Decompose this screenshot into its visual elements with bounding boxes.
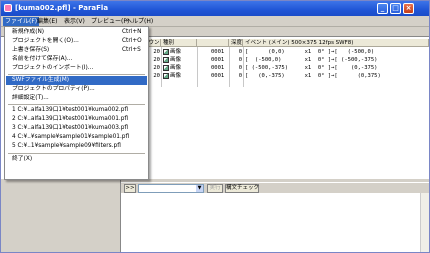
menu-item-recent-5[interactable]: 5 C:¥..1¥sample¥sample09¥filters.pfl (6, 142, 147, 151)
menu-edit[interactable]: 編集(E) (35, 17, 59, 26)
menu-separator (8, 104, 145, 105)
col-header-type[interactable]: 種別 (161, 39, 197, 47)
table-row[interactable]: 20 画像 0001 0 [ (0,-375) x1 0° ]→[ (0,375… (141, 72, 429, 80)
cell-type: 画像 (170, 49, 182, 55)
image-icon (163, 56, 169, 63)
cell-event: [ (-500,0) x1 0° ]→[ (-500,-375) (245, 57, 378, 63)
close-icon[interactable]: × (403, 3, 414, 14)
minimize-icon[interactable]: _ (377, 3, 388, 14)
menu-item-settings[interactable]: 詳細設定(T)... (6, 94, 147, 103)
menu-item-recent-3[interactable]: 3 C:¥..alfa139口1¥test001¥kuma003.pfl (6, 124, 147, 133)
cell-type: 画像 (170, 57, 182, 63)
menu-item-generate-swf[interactable]: SWFファイル生成(M) (6, 76, 147, 85)
cell-id: 0001 (211, 73, 225, 79)
menu-item-new[interactable]: 新規作成(N) Ctrl+N (6, 28, 147, 37)
cell-event: [ (0,-375) x1 0° ]→[ (0,375) (245, 73, 381, 79)
menu-help[interactable]: ヘルプ(H) (124, 17, 155, 26)
timeline-grid[interactable]: カウント 種別 深度 イベント (メイン) 500×375 12fps SWF8… (141, 39, 429, 179)
cell-depth: 0 (238, 73, 242, 79)
cell-type: 画像 (170, 65, 182, 71)
table-row[interactable]: 20 画像 0001 0 [ (-500,0) x1 0° ]→[ (-500,… (141, 56, 429, 64)
col-header-id[interactable] (197, 39, 229, 47)
col-header-event[interactable]: イベント (メイン) 500×375 12fps SWF8) (243, 39, 429, 47)
execute-button[interactable]: 実行 (207, 184, 223, 193)
vertical-scrollbar[interactable] (420, 193, 429, 252)
menu-separator (8, 74, 145, 75)
script-target-select[interactable]: ▼ (138, 184, 204, 193)
menu-item-recent-2[interactable]: 2 C:¥..alfa139口1¥test001¥kuma001.pfl (6, 115, 147, 124)
menu-separator (8, 153, 145, 154)
menu-item-open[interactable]: プロジェクトを開く(O)... Ctrl+O (6, 37, 147, 46)
cell-depth: 0 (238, 49, 242, 55)
cell-event: [ (0,0) x1 0° ]→[ (-500,0) (245, 49, 375, 55)
chevron-down-icon[interactable]: ▼ (196, 185, 203, 192)
cell-event: [ (-500,-375) x1 0° ]→[ (0,-375) (245, 65, 378, 71)
file-menu-dropdown: 新規作成(N) Ctrl+N プロジェクトを開く(O)... Ctrl+O 上書き保… (4, 26, 149, 180)
window-title: [kuma002.pfl] - ParaFla (15, 4, 109, 12)
cell-depth: 0 (238, 65, 242, 71)
cell-depth: 0 (238, 57, 242, 63)
menu-item-properties[interactable]: プロジェクトのプロパティ(P)... (6, 85, 147, 94)
cell-type: 画像 (170, 73, 182, 79)
cell-id: 0001 (211, 57, 225, 63)
menu-item-save[interactable]: 上書き保存(S) Ctrl+S (6, 46, 147, 55)
script-toolbar: >> ▼ 実行 構文チェック (121, 182, 429, 193)
app-icon (4, 4, 12, 12)
cell-id: 0001 (211, 65, 225, 71)
table-row[interactable]: 20 画像 0001 0 [ (-500,-375) x1 0° ]→[ (0,… (141, 64, 429, 72)
menu-item-exit[interactable]: 終了(X) (6, 155, 147, 164)
image-icon (163, 72, 169, 79)
syntax-check-button[interactable]: 構文チェック (225, 184, 259, 193)
col-header-depth[interactable]: 深度 (229, 39, 243, 47)
maximize-icon[interactable]: □ (390, 3, 401, 14)
menu-file[interactable]: ファイル(F) (3, 17, 40, 26)
menu-item-recent-4[interactable]: 4 C:¥..¥sample¥sample01¥sample01.pfl (6, 133, 147, 142)
menu-item-recent-1[interactable]: 1 C:¥..alfa139口1¥test001¥kuma002.pfl (6, 106, 147, 115)
bottom-left-pane[interactable] (1, 179, 121, 252)
menu-view[interactable]: 表示(V) (62, 17, 87, 26)
title-bar[interactable]: [kuma002.pfl] - ParaFla _ □ × (1, 1, 429, 16)
script-editor[interactable] (121, 193, 429, 252)
table-row[interactable]: 20 画像 0001 0 [ (0,0) x1 0° ]→[ (-500,0) (141, 48, 429, 56)
app-window: [kuma002.pfl] - ParaFla _ □ × ファイル(F) 編集… (0, 0, 430, 253)
expand-button[interactable]: >> (124, 184, 136, 193)
menu-item-import[interactable]: プロジェクトのインポート(I)... (6, 64, 147, 73)
cell-id: 0001 (211, 49, 225, 55)
image-icon (163, 64, 169, 71)
image-icon (163, 48, 169, 55)
menu-item-save-as[interactable]: 名前を付けて保存(A)... (6, 55, 147, 64)
